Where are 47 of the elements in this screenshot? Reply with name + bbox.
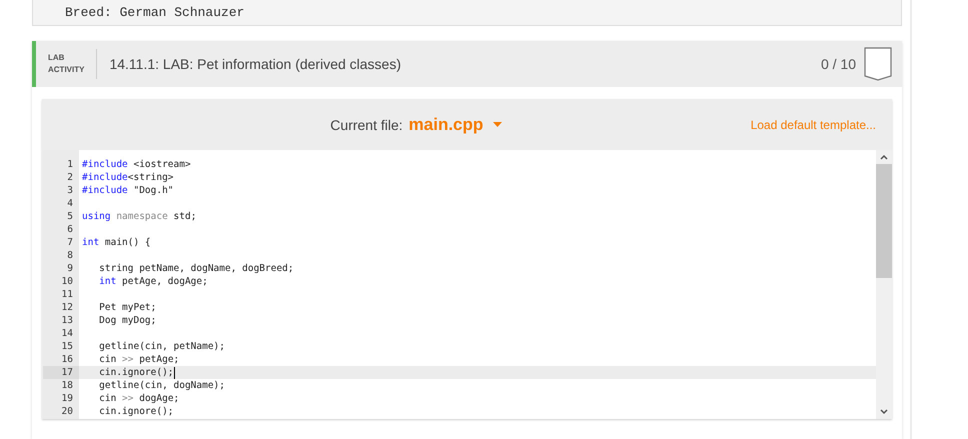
line-number: 3 bbox=[66, 184, 74, 197]
code-line: int petAge, dogAge; bbox=[98, 275, 209, 288]
code-line: cin >> dogAge; bbox=[98, 392, 180, 405]
caret-icon bbox=[493, 122, 502, 127]
code-line: getline(cin, dogName); bbox=[98, 379, 226, 392]
line-number: 14 bbox=[60, 327, 74, 340]
line-number: 19 bbox=[60, 392, 74, 405]
load-template-link[interactable]: Load default template... bbox=[750, 118, 876, 132]
line-number: 1 bbox=[66, 158, 74, 171]
line-number: 7 bbox=[66, 236, 74, 249]
code-line: Pet myPet; bbox=[98, 301, 158, 314]
file-dropdown[interactable]: main.cpp bbox=[408, 114, 502, 134]
file-label: Current file: bbox=[330, 116, 403, 132]
code-line: #include <iostream> bbox=[81, 158, 192, 171]
line-number: 10 bbox=[60, 275, 74, 288]
label-text: LAB bbox=[48, 52, 66, 64]
code-line: int main() { bbox=[81, 236, 152, 249]
line-number: 9 bbox=[66, 262, 74, 275]
code-line: #include<string> bbox=[81, 171, 175, 184]
text-cursor bbox=[174, 366, 175, 378]
line-number: 16 bbox=[60, 353, 74, 366]
line-number: 11 bbox=[60, 288, 74, 301]
line-number: 8 bbox=[66, 249, 74, 262]
line-number: 12 bbox=[60, 301, 74, 314]
code-line: #include "Dog.h" bbox=[81, 184, 175, 197]
line-number: 15 bbox=[60, 340, 74, 353]
line-number: 17 bbox=[43, 366, 79, 379]
code-line: cin >> petAge; bbox=[98, 353, 180, 366]
output-text: Breed: German Schnauzer bbox=[65, 5, 244, 20]
code-line: getline(cin, petName); bbox=[98, 340, 226, 353]
badge-icon bbox=[864, 47, 892, 81]
code-line: Dog myDog; bbox=[98, 314, 158, 327]
line-number: 5 bbox=[66, 210, 74, 223]
code-line: string petName, dogName, dogBreed; bbox=[98, 262, 295, 275]
code-line: using namespace std; bbox=[81, 210, 198, 223]
line-number: 18 bbox=[60, 379, 74, 392]
line-number: 2 bbox=[66, 171, 74, 184]
line-number: 13 bbox=[60, 314, 74, 327]
lab-title: 14.11.1: LAB: Pet information (derived classes) bbox=[109, 56, 402, 72]
line-number: 4 bbox=[66, 197, 74, 210]
line-number: 6 bbox=[66, 223, 74, 236]
label-text: ACTIVITY bbox=[48, 64, 84, 76]
line-number: 20 bbox=[60, 405, 74, 418]
score-text: 0 / 10 bbox=[820, 56, 856, 72]
scroll-thumb[interactable] bbox=[876, 164, 892, 278]
scrollbar[interactable] bbox=[876, 150, 892, 419]
code-line: cin.ignore(); bbox=[98, 405, 175, 418]
